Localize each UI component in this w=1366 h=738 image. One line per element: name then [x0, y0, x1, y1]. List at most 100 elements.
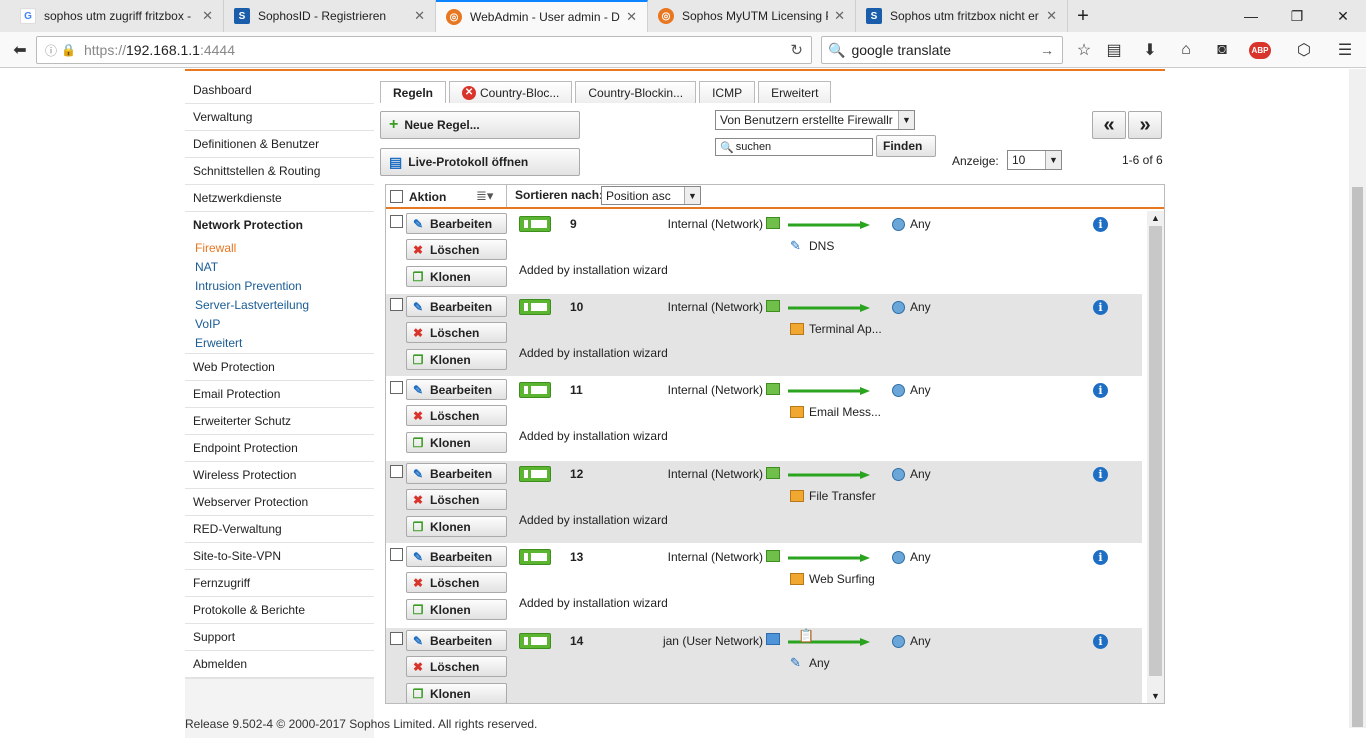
page-scrollbar[interactable]	[1349, 69, 1366, 728]
sidebar-item-email-protection[interactable]: Email Protection	[185, 381, 374, 408]
sidebar-item-netzwerkdienste[interactable]: Netzwerkdienste	[185, 185, 374, 212]
tab-icmp[interactable]: ICMP	[699, 81, 756, 103]
browser-tab-2[interactable]: S SophosID - Registrieren ✕	[224, 0, 436, 32]
filter-select[interactable]: Von Benutzern erstellte Firewallr ▼	[715, 110, 915, 130]
clone-button[interactable]: ❐ Klonen	[406, 349, 507, 370]
rule-toggle[interactable]	[519, 633, 551, 649]
tab-regeln[interactable]: Regeln	[380, 81, 447, 103]
lock-icon[interactable]: 🔒	[61, 43, 76, 57]
reading-list-icon[interactable]: ▤	[1102, 38, 1126, 62]
sidebar-subitem-erweitert[interactable]: Erweitert	[185, 334, 374, 354]
list-scrollbar-thumb[interactable]	[1149, 226, 1162, 676]
sidebar-item-endpoint-protection[interactable]: Endpoint Protection	[185, 435, 374, 462]
search-input[interactable]: 🔍 suchen	[715, 138, 873, 156]
rule-toggle[interactable]	[519, 299, 551, 315]
live-log-button[interactable]: ▤ Live-Protokoll öffnen	[380, 148, 580, 176]
clone-button[interactable]: ❐ Klonen	[406, 266, 507, 287]
rule-toggle[interactable]	[519, 216, 551, 232]
sidebar-item-network-protection[interactable]: Network Protection	[185, 212, 374, 239]
sidebar-subitem-lastverteilung[interactable]: Server-Lastverteilung	[185, 296, 374, 315]
tab-erweitert[interactable]: Erweitert	[758, 81, 832, 103]
close-icon[interactable]: ✕	[834, 8, 845, 24]
browser-tab-1[interactable]: G sophos utm zugriff fritzbox - ✕	[10, 0, 224, 32]
close-icon[interactable]: ✕	[626, 9, 637, 25]
minimize-icon[interactable]: —	[1228, 0, 1274, 32]
go-arrow-icon[interactable]: →	[1040, 42, 1054, 58]
page-scrollbar-thumb[interactable]	[1352, 187, 1363, 727]
rule-checkbox[interactable]	[390, 465, 403, 478]
pocket-icon[interactable]: ◙	[1210, 38, 1234, 62]
close-icon[interactable]: ✕	[414, 8, 425, 24]
clone-button[interactable]: ❐ Klonen	[406, 516, 507, 537]
edit-button[interactable]: ✎ Bearbeiten	[406, 296, 507, 317]
sidebar-subitem-nat[interactable]: NAT	[185, 258, 374, 277]
clone-button[interactable]: ❐ Klonen	[406, 599, 507, 620]
adblock-icon[interactable]: ABP	[1248, 38, 1272, 62]
browser-tab-3[interactable]: ◎ WebAdmin - User admin - D ✕	[436, 0, 648, 32]
sidebar-item-schnittstellen[interactable]: Schnittstellen & Routing	[185, 158, 374, 185]
browser-tab-4[interactable]: ◎ Sophos MyUTM Licensing P ✕	[648, 0, 856, 32]
sidebar-item-definitionen[interactable]: Definitionen & Benutzer	[185, 131, 374, 158]
back-icon[interactable]: ⬅	[6, 36, 34, 64]
rule-toggle[interactable]	[519, 549, 551, 565]
browser-tab-5[interactable]: S Sophos utm fritzbox nicht er ✕	[856, 0, 1068, 32]
rule-checkbox[interactable]	[390, 381, 403, 394]
home-icon[interactable]: ⌂	[1174, 38, 1198, 62]
tab-country-blocking[interactable]: ✕ Country-Bloc...	[449, 81, 573, 103]
info-icon[interactable]: i	[1093, 383, 1108, 398]
rule-checkbox[interactable]	[390, 632, 403, 645]
sidebar-item-abmelden[interactable]: Abmelden	[185, 651, 374, 678]
delete-button[interactable]: ✖ Löschen	[406, 656, 507, 677]
edit-button[interactable]: ✎ Bearbeiten	[406, 630, 507, 651]
close-window-icon[interactable]: ✕	[1320, 0, 1366, 32]
info-icon[interactable]: i	[1093, 300, 1108, 315]
sidebar-subitem-firewall[interactable]: Firewall	[185, 239, 374, 258]
sidebar-item-webserver-protection[interactable]: Webserver Protection	[185, 489, 374, 516]
rule-checkbox[interactable]	[390, 215, 403, 228]
delete-button[interactable]: ✖ Löschen	[406, 572, 507, 593]
sidebar-item-erweiterter-schutz[interactable]: Erweiterter Schutz	[185, 408, 374, 435]
new-tab-button[interactable]: +	[1068, 0, 1098, 32]
list-scrollbar[interactable]: ▲ ▼	[1147, 211, 1164, 703]
sidebar-item-fernzugriff[interactable]: Fernzugriff	[185, 570, 374, 597]
next-page-button[interactable]: »	[1128, 111, 1162, 139]
info-icon[interactable]: ⓘ	[45, 42, 57, 59]
rule-checkbox[interactable]	[390, 548, 403, 561]
delete-button[interactable]: ✖ Löschen	[406, 489, 507, 510]
sidebar-subitem-ips[interactable]: Intrusion Prevention	[185, 277, 374, 296]
rule-checkbox[interactable]	[390, 298, 403, 311]
sidebar-item-verwaltung[interactable]: Verwaltung	[185, 104, 374, 131]
column-menu-icon[interactable]: ≣▾	[476, 188, 493, 204]
menu-icon[interactable]: ☰	[1333, 38, 1357, 62]
sidebar-item-protokolle[interactable]: Protokolle & Berichte	[185, 597, 374, 624]
clone-button[interactable]: ❐ Klonen	[406, 432, 507, 453]
rule-toggle[interactable]	[519, 382, 551, 398]
scroll-up-icon[interactable]: ▲	[1151, 213, 1160, 223]
close-icon[interactable]: ✕	[202, 8, 213, 24]
bookmark-star-icon[interactable]: ☆	[1072, 38, 1096, 62]
edit-button[interactable]: ✎ Bearbeiten	[406, 379, 507, 400]
select-all-checkbox[interactable]	[390, 190, 403, 203]
delete-button[interactable]: ✖ Löschen	[406, 405, 507, 426]
info-icon[interactable]: i	[1093, 217, 1108, 232]
restore-icon[interactable]: ❐	[1274, 0, 1320, 32]
sidebar-item-dashboard[interactable]: Dashboard	[185, 77, 374, 104]
edit-button[interactable]: ✎ Bearbeiten	[406, 546, 507, 567]
info-icon[interactable]: i	[1093, 634, 1108, 649]
tab-country-blocking-exceptions[interactable]: Country-Blockin...	[575, 81, 697, 103]
sidebar-item-red-verwaltung[interactable]: RED-Verwaltung	[185, 516, 374, 543]
download-icon[interactable]: ⬇	[1138, 38, 1162, 62]
search-bar[interactable]: 🔍 google translate →	[821, 36, 1063, 64]
sidebar-item-web-protection[interactable]: Web Protection	[185, 354, 374, 381]
info-icon[interactable]: i	[1093, 467, 1108, 482]
edit-button[interactable]: ✎ Bearbeiten	[406, 213, 507, 234]
new-rule-button[interactable]: + Neue Regel...	[380, 111, 580, 139]
url-bar[interactable]: ⓘ 🔒 https://192.168.1.1:4444 ↻	[36, 36, 812, 64]
sidebar-item-wireless-protection[interactable]: Wireless Protection	[185, 462, 374, 489]
sidebar-item-site-to-site-vpn[interactable]: Site-to-Site-VPN	[185, 543, 374, 570]
close-icon[interactable]: ✕	[1046, 8, 1057, 24]
edit-button[interactable]: ✎ Bearbeiten	[406, 463, 507, 484]
info-icon[interactable]: i	[1093, 550, 1108, 565]
delete-button[interactable]: ✖ Löschen	[406, 322, 507, 343]
sidebar-item-support[interactable]: Support	[185, 624, 374, 651]
